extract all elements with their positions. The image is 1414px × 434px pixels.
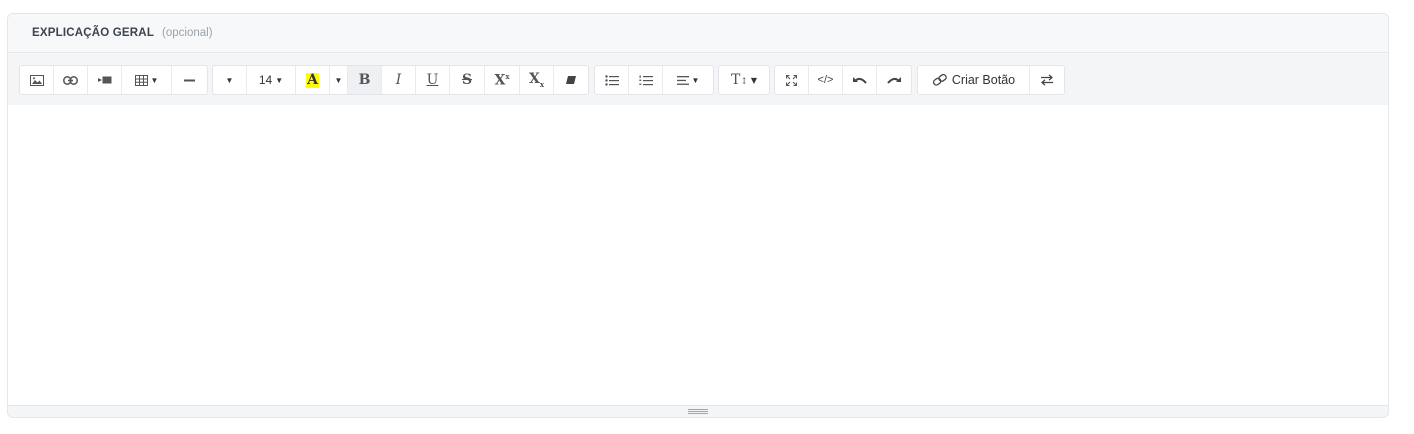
card-header: EXPLICAÇÃO GERAL (opcional) xyxy=(8,14,1388,53)
subscript-button[interactable]: Xx xyxy=(520,66,554,94)
underline-button[interactable]: U xyxy=(416,66,450,94)
chevron-down-icon: ▼ xyxy=(691,75,700,85)
resize-grip-icon[interactable] xyxy=(688,409,708,414)
table-icon xyxy=(134,74,148,86)
link-icon xyxy=(932,74,948,86)
explanation-editor-card: EXPLICAÇÃO GERAL (opcional) ▼ ▼ 14 ▼ A ▼… xyxy=(7,13,1389,418)
insert-link-button[interactable] xyxy=(54,66,88,94)
code-icon: </> xyxy=(817,74,834,86)
horizontal-rule-icon xyxy=(184,79,195,82)
italic-icon: I xyxy=(395,72,402,88)
eraser-icon xyxy=(565,75,577,85)
font-family-dropdown[interactable]: ▼ xyxy=(213,66,247,94)
strikethrough-icon: S xyxy=(461,72,473,88)
editor-content-area[interactable] xyxy=(8,105,1388,407)
paragraph-group: ▼ xyxy=(594,65,714,95)
italic-button[interactable]: I xyxy=(382,66,416,94)
insert-video-button[interactable] xyxy=(88,66,122,94)
swap-arrows-icon xyxy=(1040,74,1054,86)
style-group: T↕ ▼ xyxy=(718,65,770,95)
chevron-down-icon: ▼ xyxy=(334,75,343,85)
swap-button[interactable] xyxy=(1030,66,1064,94)
optional-label: (opcional) xyxy=(162,27,213,39)
chevron-down-icon: ▼ xyxy=(275,75,284,85)
link-icon xyxy=(63,75,78,85)
ordered-list-button[interactable] xyxy=(629,66,663,94)
underline-icon: U xyxy=(426,72,439,88)
chevron-down-icon: ▼ xyxy=(225,75,234,85)
undo-button[interactable] xyxy=(843,66,877,94)
resize-bar[interactable] xyxy=(8,405,1388,417)
numbered-list-icon xyxy=(638,75,653,86)
view-group: </> xyxy=(774,65,912,95)
subscript-icon: Xx xyxy=(528,71,545,89)
video-icon xyxy=(97,76,112,84)
redo-icon xyxy=(887,76,901,85)
align-left-icon xyxy=(676,75,689,85)
strikethrough-button[interactable]: S xyxy=(450,66,485,94)
chevron-down-icon: ▼ xyxy=(150,75,159,85)
unordered-list-button[interactable] xyxy=(595,66,629,94)
horizontal-rule-button[interactable] xyxy=(172,66,207,94)
bold-icon: B xyxy=(358,72,371,88)
fullscreen-icon xyxy=(786,74,797,86)
create-button-button[interactable]: Criar Botão xyxy=(918,66,1030,94)
text-format-group: ▼ 14 ▼ A ▼ B I U S Xx Xx xyxy=(212,65,589,95)
fullscreen-button[interactable] xyxy=(775,66,809,94)
paragraph-style-dropdown[interactable]: T↕ ▼ xyxy=(719,66,769,94)
font-size-dropdown[interactable]: 14 ▼ xyxy=(247,66,296,94)
image-icon xyxy=(29,74,44,86)
text-style-icon: T↕ xyxy=(730,72,748,88)
custom-group: Criar Botão xyxy=(917,65,1065,95)
insert-image-button[interactable] xyxy=(20,66,54,94)
bold-button[interactable]: B xyxy=(348,66,382,94)
highlight-color-dropdown[interactable]: ▼ xyxy=(330,66,348,94)
insert-group: ▼ xyxy=(19,65,208,95)
clear-format-button[interactable] xyxy=(554,66,588,94)
bullet-list-icon xyxy=(604,74,619,86)
insert-table-button[interactable]: ▼ xyxy=(122,66,172,94)
highlight-icon: A xyxy=(306,71,319,88)
superscript-button[interactable]: Xx xyxy=(485,66,520,94)
undo-icon xyxy=(852,76,867,85)
align-dropdown[interactable]: ▼ xyxy=(663,66,713,94)
create-button-label: Criar Botão xyxy=(951,73,1016,87)
font-size-value: 14 xyxy=(258,73,273,87)
highlight-color-button[interactable]: A xyxy=(296,66,330,94)
editor-toolbar: ▼ ▼ 14 ▼ A ▼ B I U S Xx Xx ▼ T↕ ▼ </> Cr… xyxy=(8,54,1388,105)
redo-button[interactable] xyxy=(877,66,911,94)
code-view-button[interactable]: </> xyxy=(809,66,843,94)
chevron-down-icon: ▼ xyxy=(750,75,758,85)
superscript-icon: Xx xyxy=(494,71,510,89)
section-title: EXPLICAÇÃO GERAL xyxy=(32,27,155,39)
